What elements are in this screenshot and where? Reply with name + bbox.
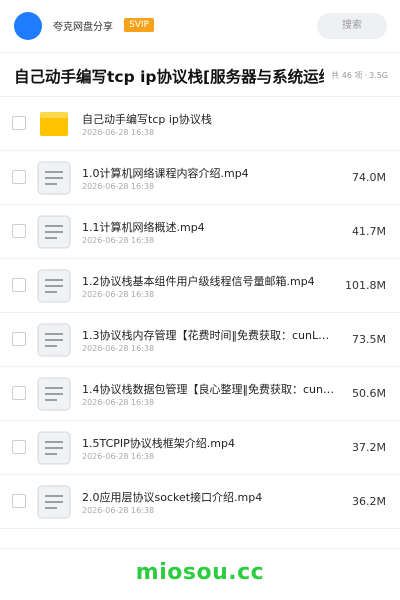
- page-title: 自己动手编写tcp ip协议栈[服务器与系统运维]: [14, 68, 324, 86]
- file-name: 1.0计算机网络课程内容介绍.mp4: [82, 167, 249, 180]
- file-name: 1.5TCPIP协议栈框架介绍.mp4: [82, 437, 235, 450]
- select-checkbox[interactable]: [12, 332, 26, 346]
- file-icon: [37, 161, 71, 195]
- select-checkbox[interactable]: [12, 224, 26, 238]
- file-list: 自己动手编写tcp ip协议栈 2026-06-28 16:38 1.0计算机网…: [0, 97, 400, 529]
- item-count: 共 46 项: [331, 71, 363, 80]
- select-checkbox[interactable]: [12, 170, 26, 184]
- list-item[interactable]: 1.1计算机网络概述.mp4 2026-06-28 16:38 41.7M: [0, 205, 400, 259]
- file-name: 2.0应用层协议socket接口介绍.mp4: [82, 491, 263, 504]
- file-size: 73.5M: [352, 333, 386, 346]
- file-date: 2026-06-28 16:38: [82, 236, 155, 245]
- select-checkbox[interactable]: [12, 278, 26, 292]
- file-size: 36.2M: [352, 495, 386, 508]
- share-meta: 共 46 项 · 3.5G: [331, 70, 388, 81]
- file-date: 2026-06-28 16:38: [82, 452, 155, 461]
- select-checkbox[interactable]: [12, 386, 26, 400]
- header-divider: [0, 52, 400, 53]
- share-title-row: 自己动手编写tcp ip协议栈[服务器与系统运维] 共 46 项 · 3.5G: [0, 60, 400, 92]
- file-name: 自己动手编写tcp ip协议栈: [82, 113, 212, 126]
- file-icon: [37, 269, 71, 303]
- file-size: 101.8M: [345, 279, 386, 292]
- list-item[interactable]: 1.4协议栈数据包管理【良心整理‖免费获取：cun… 2026-06-28 16…: [0, 367, 400, 421]
- file-size: 41.7M: [352, 225, 386, 238]
- search-button[interactable]: 搜索: [317, 13, 387, 39]
- file-date: 2026-06-28 16:38: [82, 398, 155, 407]
- list-item[interactable]: 1.5TCPIP协议栈框架介绍.mp4 2026-06-28 16:38 37.…: [0, 421, 400, 475]
- top-bar: 夸克网盘分享 SVIP 搜索: [0, 0, 400, 52]
- file-date: 2026-06-28 16:38: [82, 182, 155, 191]
- file-icon: [37, 377, 71, 411]
- select-checkbox[interactable]: [12, 494, 26, 508]
- file-size: 37.2M: [352, 441, 386, 454]
- footer-divider: [0, 548, 400, 549]
- file-icon: [37, 431, 71, 465]
- svip-badge: SVIP: [124, 18, 154, 32]
- meta-separator: ·: [364, 71, 368, 80]
- total-size: 3.5G: [369, 71, 388, 80]
- folder-icon: [37, 107, 71, 141]
- list-item[interactable]: 1.2协议栈基本组件用户级线程信号量邮箱.mp4 2026-06-28 16:3…: [0, 259, 400, 313]
- file-icon: [37, 215, 71, 249]
- avatar[interactable]: [14, 12, 42, 40]
- file-name: 1.3协议栈内存管理【花费时间‖免费获取：cunL…: [82, 329, 330, 342]
- list-item[interactable]: 1.3协议栈内存管理【花费时间‖免费获取：cunL… 2026-06-28 16…: [0, 313, 400, 367]
- file-date: 2026-06-28 16:38: [82, 290, 155, 299]
- file-name: 1.2协议栈基本组件用户级线程信号量邮箱.mp4: [82, 275, 315, 288]
- list-item[interactable]: 2.0应用层协议socket接口介绍.mp4 2026-06-28 16:38 …: [0, 475, 400, 529]
- file-name: 1.1计算机网络概述.mp4: [82, 221, 205, 234]
- file-name: 1.4协议栈数据包管理【良心整理‖免费获取：cun…: [82, 383, 334, 396]
- list-item[interactable]: 自己动手编写tcp ip协议栈 2026-06-28 16:38: [0, 97, 400, 151]
- file-date: 2026-06-28 16:38: [82, 128, 155, 137]
- list-item[interactable]: 1.0计算机网络课程内容介绍.mp4 2026-06-28 16:38 74.0…: [0, 151, 400, 205]
- select-checkbox[interactable]: [12, 116, 26, 130]
- select-checkbox[interactable]: [12, 440, 26, 454]
- file-date: 2026-06-28 16:38: [82, 344, 155, 353]
- file-icon: [37, 485, 71, 519]
- site-name: 夸克网盘分享: [53, 22, 113, 33]
- file-size: 74.0M: [352, 171, 386, 184]
- file-icon: [37, 323, 71, 357]
- watermark: miosou.cc: [135, 560, 265, 585]
- file-date: 2026-06-28 16:38: [82, 506, 155, 515]
- file-size: 50.6M: [352, 387, 386, 400]
